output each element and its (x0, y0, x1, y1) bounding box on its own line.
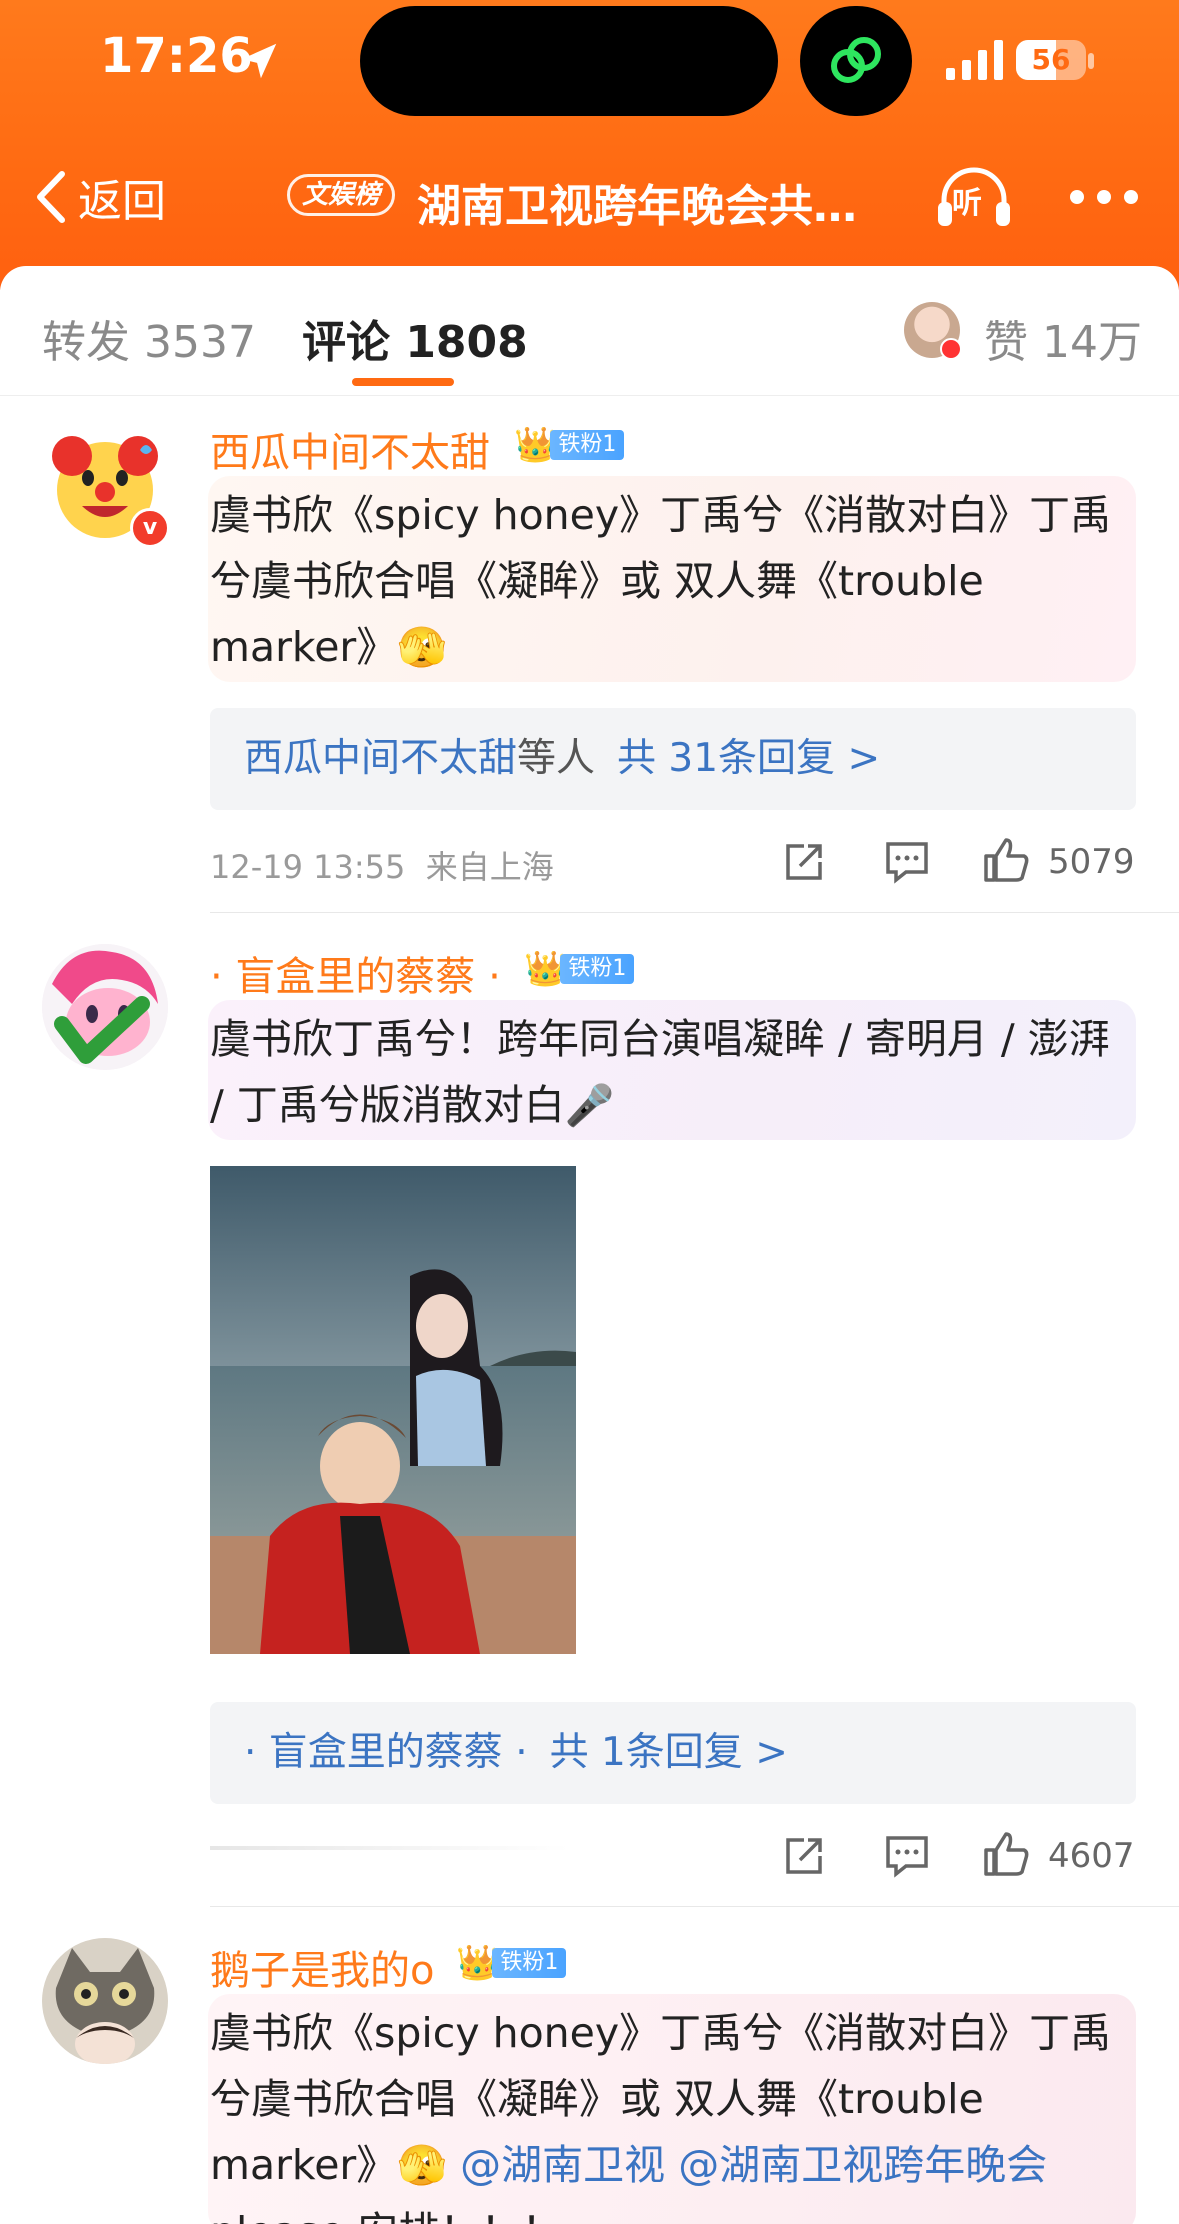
like-count: 5079 (1048, 842, 1135, 882)
share-icon[interactable] (782, 1834, 826, 1878)
comment-text: 虞书欣《spicy honey》丁禹兮《消散对白》丁禹兮虞书欣合唱《凝眸》或 双… (210, 2000, 1130, 2224)
replies-box[interactable]: 西瓜中间不太甜等人共 31条回复 > (210, 708, 1136, 810)
emoji: 🫣 (397, 625, 448, 671)
comment-username[interactable]: 鹅子是我的o (210, 1938, 434, 1996)
status-bar: 17:26 56 (0, 0, 1179, 120)
emoji: 🫣 (397, 2143, 448, 2189)
emoji: 🎤 (564, 1083, 615, 1129)
fan-level-label: 铁粉1 (560, 954, 635, 984)
comment-text: 虞书欣丁禹兮！跨年同台演唱凝眸 / 寄明月 / 澎湃 / 丁禹兮版消散对白🎤 (210, 1015, 1110, 1129)
link-icon[interactable] (800, 6, 912, 116)
tab-repost[interactable]: 转发 3537 (42, 306, 256, 370)
replies-box[interactable]: · 盲盒里的蔡蔡 · 共 1条回复 > (210, 1702, 1136, 1804)
avatar[interactable] (42, 944, 168, 1070)
mention-link[interactable]: @湖南卫视 (460, 2141, 665, 2189)
tab-likes[interactable]: 赞 14万 (984, 306, 1142, 370)
like-count: 4607 (1048, 1836, 1135, 1876)
nav-bar: 返回 文娱榜 湖南卫视跨年晚会共… 听 (0, 150, 1179, 240)
divider (210, 1906, 1179, 1907)
reply-user[interactable]: · 盲盒里的蔡蔡 · (244, 1730, 528, 1775)
fan-level-label: 铁粉1 (550, 430, 625, 460)
fan-level-badge[interactable]: 👑 铁粉1 (524, 952, 635, 986)
comment-icon[interactable] (884, 840, 930, 884)
reply-user[interactable]: 西瓜中间不太甜 (244, 736, 517, 781)
back-label: 返回 (78, 176, 166, 227)
tab-bar: 转发 3537 评论 1808 赞 14万 (0, 266, 1179, 396)
fan-level-badge[interactable]: 👑 铁粉1 (456, 1946, 567, 1980)
comment-meta (210, 1846, 570, 1850)
reply-count[interactable]: 共 1条回复 > (550, 1730, 788, 1775)
listen-button[interactable]: 听 (934, 164, 1014, 230)
verified-badge: v (130, 508, 170, 548)
comment-time: 12-19 13:55 (210, 848, 406, 886)
reply-etc: 等人 (517, 736, 596, 781)
battery-icon: 56 (1016, 38, 1096, 82)
like-icon[interactable] (982, 836, 1030, 884)
tab-comments[interactable]: 评论 1808 (302, 306, 528, 370)
mention-link[interactable]: @湖南卫视跨年晚会 (678, 2141, 1047, 2189)
location-arrow-icon (241, 43, 277, 79)
avatar (904, 302, 962, 360)
dynamic-island (360, 6, 778, 116)
more-icon[interactable] (1070, 182, 1138, 212)
signal-icon (946, 40, 1003, 80)
reply-count[interactable]: 共 31条回复 > (617, 736, 880, 781)
fan-level-badge[interactable]: 👑 铁粉1 (514, 428, 625, 462)
battery-level: 56 (1031, 43, 1071, 76)
status-time: 17:26 (100, 28, 253, 84)
fan-level-label: 铁粉1 (492, 1948, 567, 1978)
listen-label: 听 (952, 186, 982, 221)
comment-username[interactable]: · 盲盒里的蔡蔡 · (210, 944, 501, 1002)
divider (210, 912, 1179, 913)
comment-tail: please 安排！！！ (210, 2208, 562, 2224)
back-button[interactable]: 返回 (32, 164, 166, 230)
header-bar: 17:26 56 返回 文娱榜 湖南卫视跨年晚会共… 听 (0, 0, 1179, 290)
active-tab-indicator (352, 378, 454, 386)
like-icon[interactable] (982, 1830, 1030, 1878)
comment-text: 虞书欣《spicy honey》丁禹兮《消散对白》丁禹兮虞书欣合唱《凝眸》或 双… (210, 491, 1112, 671)
comment-meta: 12-19 13:55 来自上海 (210, 842, 554, 888)
comment-username[interactable]: 西瓜中间不太甜 (210, 420, 490, 478)
share-icon[interactable] (782, 840, 826, 884)
comment-icon[interactable] (884, 1834, 930, 1878)
avatar[interactable] (42, 1938, 168, 2064)
page-title: 湖南卫视跨年晚会共… (417, 181, 857, 232)
comment-photo[interactable] (210, 1166, 576, 1654)
back-chevron-icon (37, 171, 65, 223)
ranking-badge[interactable]: 文娱榜 (287, 174, 396, 216)
comment-location: 来自上海 (425, 848, 554, 886)
